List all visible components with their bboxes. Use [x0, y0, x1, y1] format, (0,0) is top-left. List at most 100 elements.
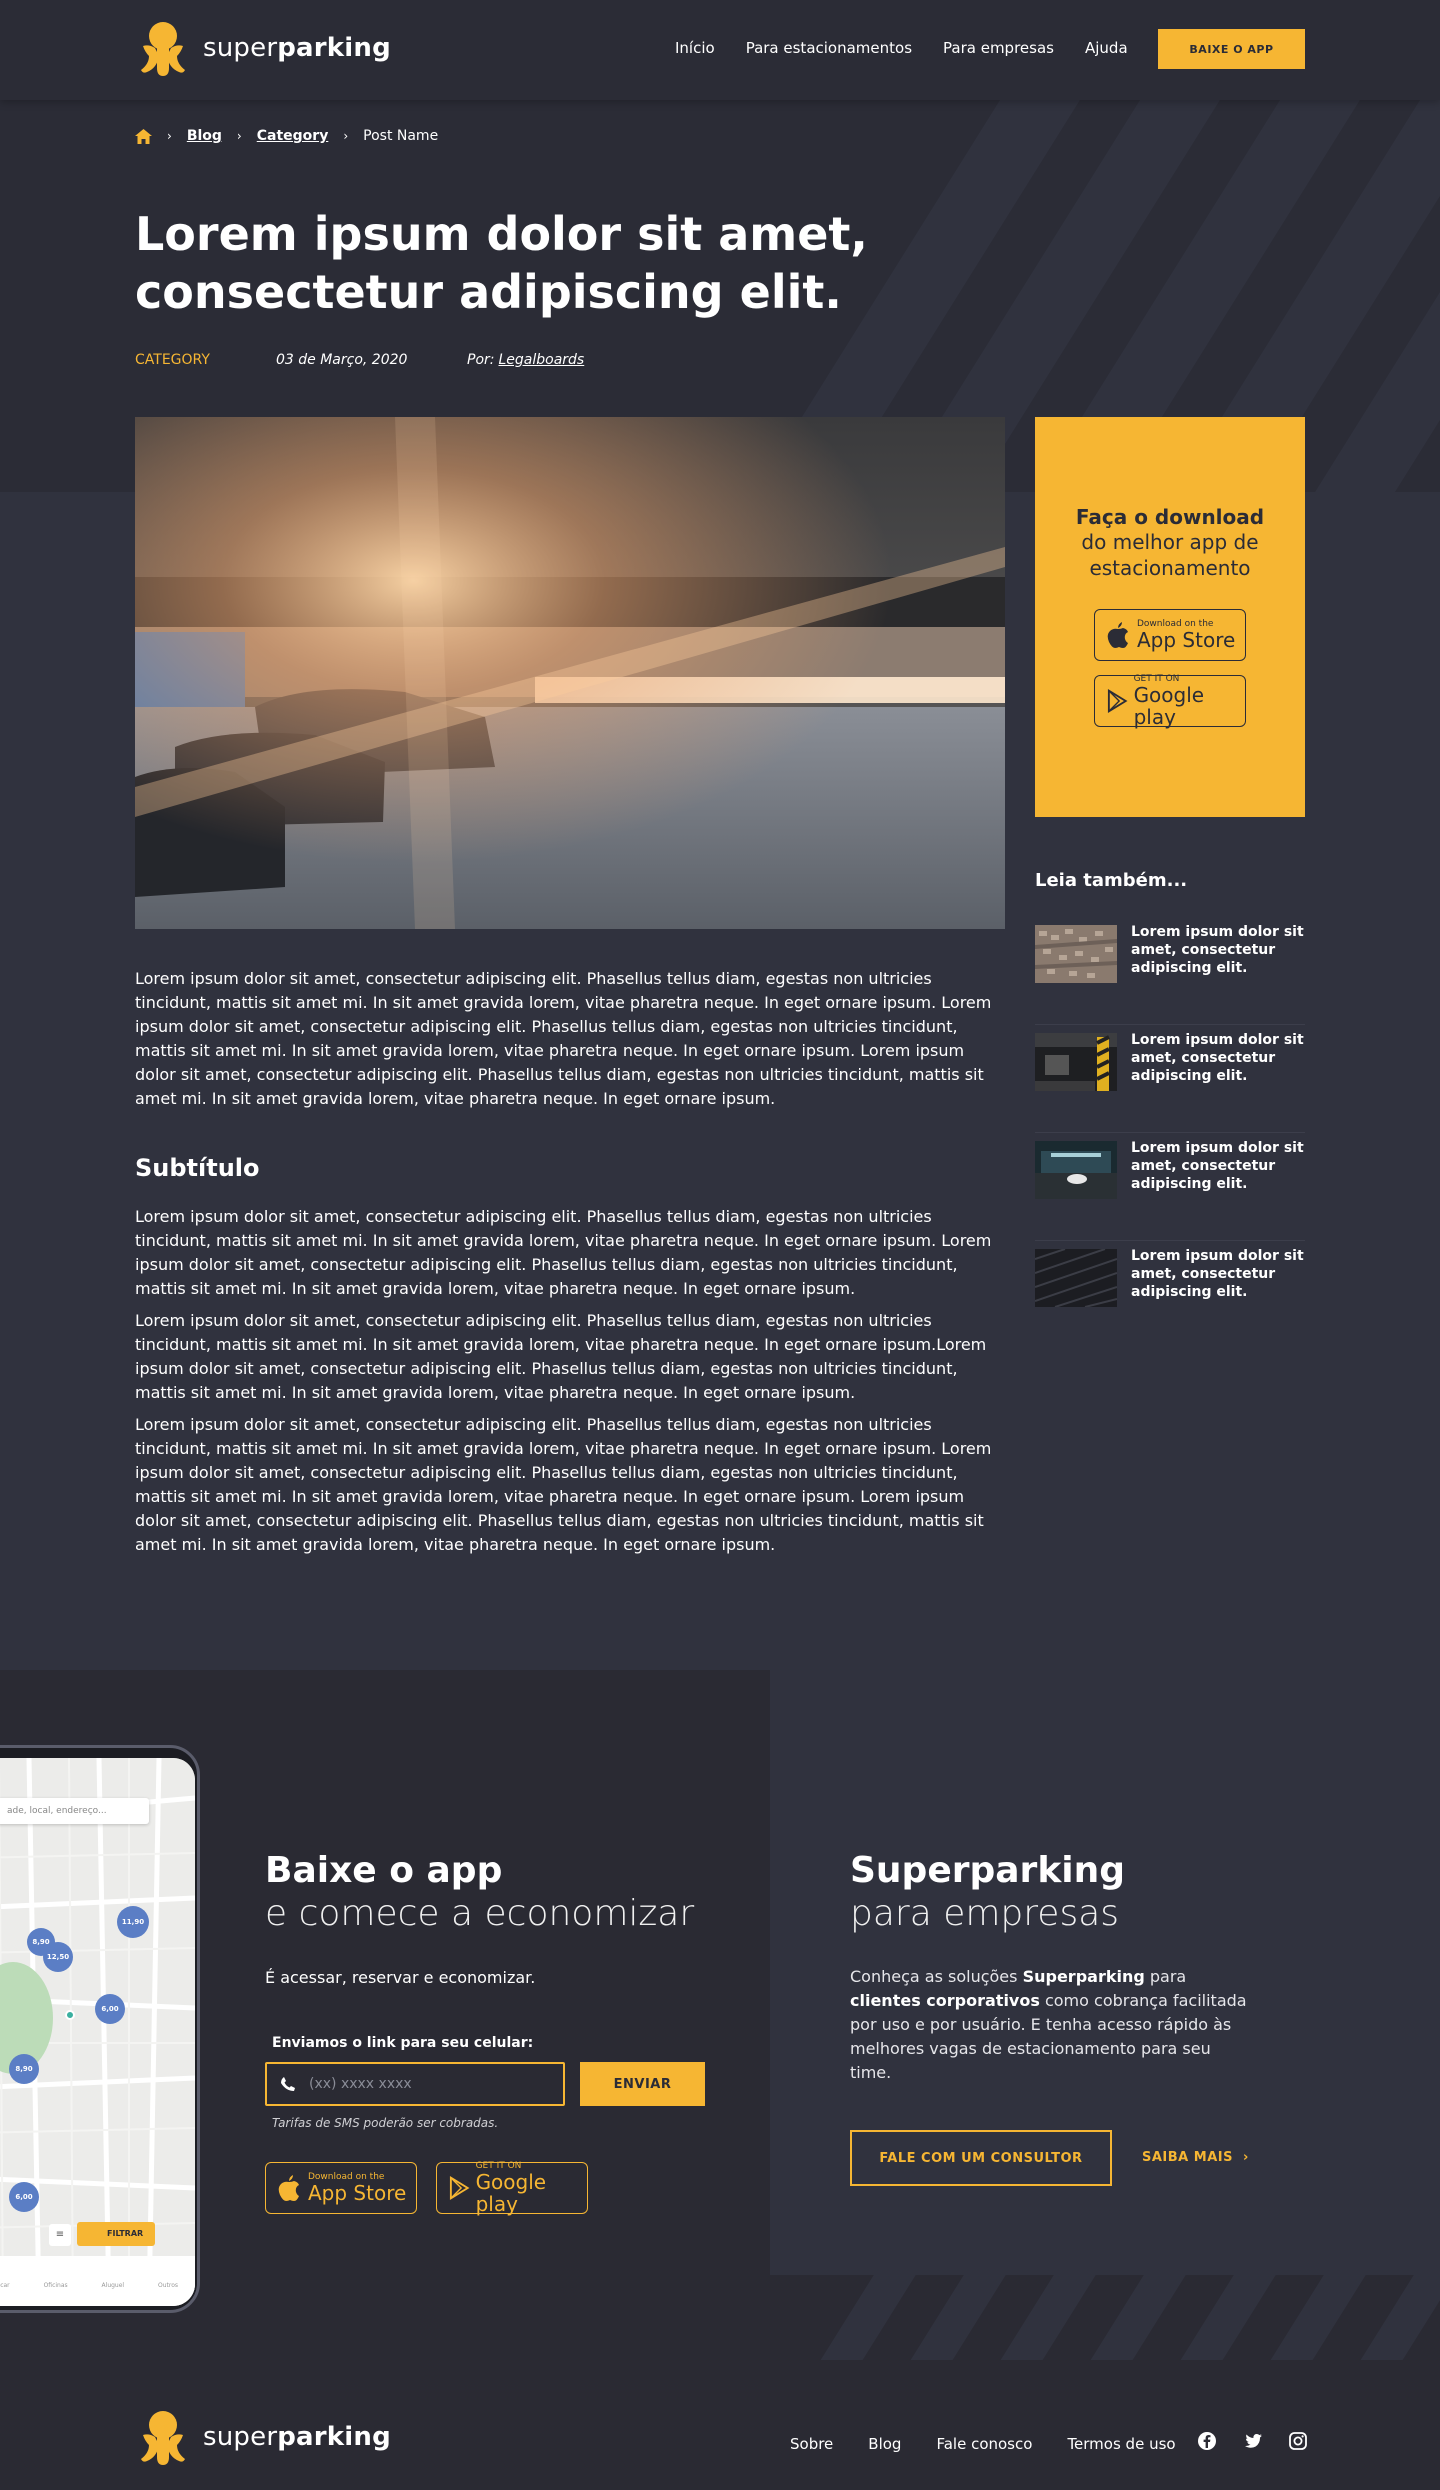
business-section-subtitle: para empresas — [850, 1893, 1120, 1934]
post-paragraph: Lorem ipsum dolor sit amet, consectetur … — [135, 1415, 992, 1554]
apple-icon — [1107, 622, 1128, 648]
phone-input[interactable]: (xx) xxxx xxxx — [265, 2062, 565, 2106]
octopus-logo-icon — [141, 2411, 185, 2465]
contact-consultant-button[interactable]: FALE COM UM CONSULTOR — [850, 2130, 1112, 2186]
chevron-right-icon: › — [167, 129, 172, 143]
twitter-icon[interactable] — [1243, 2431, 1263, 2451]
nav-item-ajuda[interactable]: Ajuda — [1085, 39, 1128, 57]
map-pin[interactable]: 11,90 — [117, 1906, 149, 1938]
map-list-button[interactable]: ≡ — [49, 2224, 71, 2246]
related-item-title: Lorem ipsum dolor sit amet, consectetur … — [1131, 1032, 1304, 1084]
octopus-logo-icon — [141, 22, 185, 76]
map-filter-button[interactable]: FILTRAR — [77, 2222, 155, 2246]
breadcrumb-blog[interactable]: Blog — [187, 128, 222, 144]
google-play-icon — [1107, 689, 1128, 713]
site-header: superparking Início Para estacionamentos… — [0, 0, 1440, 100]
app-store-big-text: App Store — [1137, 628, 1236, 652]
post-meta: CATEGORY 03 de Março, 2020 Por: Legalboar… — [135, 352, 584, 368]
phone-placeholder: (xx) xxxx xxxx — [309, 2076, 412, 2092]
phone-mockup: ade, local, endereço... 8,90 12,50 11,90… — [0, 1745, 200, 2313]
app-tab-bar: Lavacar Oficinas Aluguel Outros — [0, 2256, 195, 2306]
apple-icon — [278, 2175, 299, 2201]
map-location-dot — [65, 2010, 75, 2020]
main-nav: Início Para estacionamentos Para empresa… — [675, 39, 1128, 57]
related-item-title: Lorem ipsum dolor sit amet, consectetur … — [1131, 1248, 1304, 1300]
learn-more-link[interactable]: SAIBA MAIS › — [1142, 2150, 1249, 2165]
breadcrumb-category[interactable]: Category — [257, 128, 329, 144]
chevron-right-icon: › — [1242, 2150, 1249, 2165]
related-item[interactable]: Lorem ipsum dolor sit amet, consectetur … — [1035, 1248, 1305, 1349]
chevron-right-icon: › — [236, 129, 242, 143]
post-paragraph: Lorem ipsum dolor sit amet, consectetur … — [135, 1207, 992, 1298]
related-thumbnail — [1035, 1249, 1117, 1307]
app-section-title: Baixe o app — [265, 1850, 503, 1891]
google-play-button[interactable]: GET IT ON Google play — [1094, 674, 1246, 729]
related-thumbnail — [1035, 1033, 1117, 1091]
app-section-subtitle: e comece a economizar — [265, 1893, 695, 1934]
related-title: Leia também... — [1035, 870, 1188, 891]
footer-link-sobre[interactable]: Sobre — [790, 2435, 833, 2453]
logo-text-bold: parking — [277, 33, 391, 63]
nav-item-empresas[interactable]: Para empresas — [943, 39, 1054, 57]
post-title: Lorem ipsum dolor sit amet, consectetur … — [135, 207, 868, 319]
map-pin[interactable]: 12,50 — [43, 1942, 73, 1972]
map-search-input[interactable]: ade, local, endereço... — [0, 1798, 149, 1824]
map-pin[interactable]: 8,90 — [9, 2054, 39, 2084]
logo-text-light: super — [203, 33, 278, 63]
send-link-button[interactable]: ENVIAR — [580, 2062, 705, 2106]
post-paragraph: Lorem ipsum dolor sit amet, consectetur … — [135, 1311, 987, 1402]
post-hero-image — [135, 417, 1005, 929]
promo-title: Faça o download — [1075, 505, 1265, 529]
business-section-text: Conheça as soluções Superparking para cl… — [850, 1967, 1247, 2082]
logo[interactable]: superparking — [135, 18, 391, 78]
download-promo-card: Faça o download do melhor app de estacio… — [1035, 417, 1305, 817]
related-item-title: Lorem ipsum dolor sit amet, consectetur … — [1131, 924, 1304, 976]
nav-item-estacionamentos[interactable]: Para estacionamentos — [746, 39, 912, 57]
logo-text-light: super — [203, 2422, 278, 2452]
facebook-icon[interactable] — [1197, 2431, 1217, 2451]
phone-icon — [281, 2077, 295, 2091]
post-subtitle: Subtítulo — [135, 1154, 260, 1182]
post-category[interactable]: CATEGORY — [135, 352, 276, 368]
app-tab[interactable]: Lavacar — [0, 2282, 10, 2306]
post-date: 03 de Março, 2020 — [276, 352, 408, 368]
google-play-big-text: Google play — [475, 2170, 547, 2216]
footer-link-termos[interactable]: Termos de uso — [1067, 2435, 1175, 2453]
nav-item-inicio[interactable]: Início — [675, 39, 715, 57]
download-app-button[interactable]: BAIXE O APP — [1158, 29, 1305, 69]
google-play-big-text: Google play — [1133, 683, 1205, 729]
google-play-button[interactable]: GET IT ON Google play — [436, 2161, 588, 2216]
google-play-icon — [449, 2176, 470, 2200]
home-icon[interactable] — [135, 128, 152, 144]
related-item[interactable]: Lorem ipsum dolor sit amet, consectetur … — [1035, 1032, 1305, 1133]
phone-field-label: Enviamos o link para seu celular: — [272, 2035, 534, 2051]
map-pin[interactable]: 6,00 — [9, 2182, 39, 2212]
promo-subtitle: do melhor app de estacionamento — [1081, 530, 1259, 580]
app-store-button[interactable]: Download on the App Store — [265, 2162, 417, 2214]
chevron-right-icon: › — [343, 129, 349, 143]
sms-note: Tarifas de SMS poderão ser cobradas. — [272, 2116, 499, 2130]
site-footer: superparking Sobre Blog Fale conosco Ter… — [0, 2360, 1440, 2490]
post-author[interactable]: Legalboards — [498, 352, 584, 368]
business-section-title: Superparking — [850, 1850, 1125, 1891]
related-item[interactable]: Lorem ipsum dolor sit amet, consectetur … — [1035, 1140, 1305, 1241]
related-thumbnail — [1035, 925, 1117, 983]
map-pin[interactable]: 6,00 — [95, 1994, 125, 2024]
logo-text-bold: parking — [277, 2422, 391, 2452]
post-by-label: Por: — [467, 352, 495, 368]
related-item[interactable]: Lorem ipsum dolor sit amet, consectetur … — [1035, 924, 1305, 1025]
footer-logo[interactable]: superparking — [135, 2407, 391, 2467]
instagram-icon[interactable] — [1288, 2431, 1308, 2451]
app-tab[interactable]: Aluguel — [102, 2282, 125, 2306]
related-item-title: Lorem ipsum dolor sit amet, consectetur … — [1131, 1140, 1304, 1192]
app-store-big-text: App Store — [308, 2181, 407, 2205]
breadcrumb-current: Post Name — [363, 128, 439, 144]
footer-link-contato[interactable]: Fale conosco — [936, 2435, 1032, 2453]
app-tab[interactable]: Oficinas — [44, 2282, 68, 2306]
footer-nav: Sobre Blog Fale conosco Termos de uso — [790, 2435, 1176, 2453]
footer-link-blog[interactable]: Blog — [868, 2435, 901, 2453]
app-store-button[interactable]: Download on the App Store — [1094, 609, 1246, 661]
app-tab[interactable]: Outros — [158, 2282, 178, 2306]
related-thumbnail — [1035, 1141, 1117, 1199]
breadcrumb: › Blog › Category › Post Name — [135, 128, 438, 144]
